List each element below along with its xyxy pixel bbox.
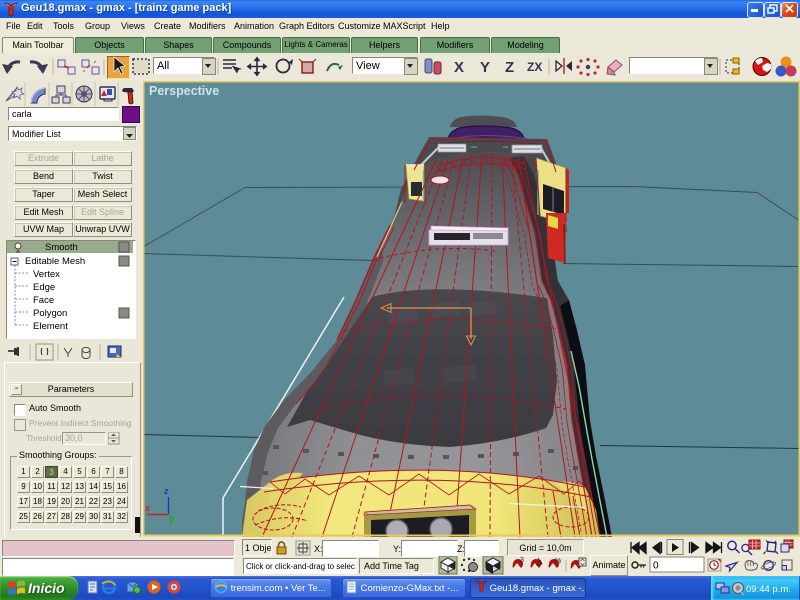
svg-text:0: 0 xyxy=(653,561,659,572)
svg-text:Edge: Edge xyxy=(33,282,55,293)
svg-text:Y: Y xyxy=(480,59,490,76)
svg-text:Element: Element xyxy=(33,321,68,332)
svg-text:Vertex: Vertex xyxy=(33,269,60,280)
svg-text:y: y xyxy=(168,515,175,525)
svg-text:Smooth: Smooth xyxy=(45,242,78,253)
svg-text:Perspective: Perspective xyxy=(149,84,219,98)
svg-text:Polygon: Polygon xyxy=(33,308,67,319)
svg-text:3: 3 xyxy=(520,557,524,564)
svg-text:ZX: ZX xyxy=(527,60,542,74)
svg-text:z: z xyxy=(163,486,169,496)
svg-text:%: % xyxy=(555,558,561,565)
svg-text:Face: Face xyxy=(33,295,54,306)
svg-text:Z: Z xyxy=(505,59,514,76)
svg-text:Editable Mesh: Editable Mesh xyxy=(25,256,85,267)
svg-text:X: X xyxy=(454,59,464,76)
svg-text:x: x xyxy=(144,503,151,513)
